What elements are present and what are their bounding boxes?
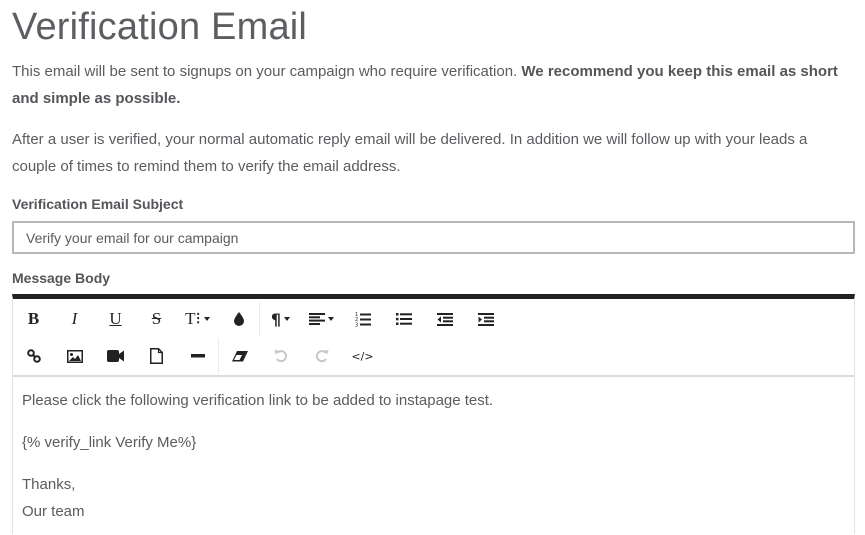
message-line: Please click the following verification … — [22, 392, 494, 409]
strikethrough-button[interactable]: S — [136, 303, 177, 335]
indent-button[interactable] — [465, 303, 506, 335]
indent-icon — [477, 312, 494, 326]
svg-text:3: 3 — [355, 322, 358, 327]
code-view-button[interactable]: </> — [342, 340, 383, 372]
chevron-down-icon — [328, 317, 334, 321]
subject-label: Verification Email Subject — [12, 196, 184, 212]
clear-format-button[interactable] — [219, 340, 260, 372]
strikethrough-icon: S — [151, 309, 162, 328]
message-body-editor[interactable]: Please click the following verification … — [13, 377, 854, 535]
italic-icon: I — [71, 309, 78, 328]
editor-toolbar: B I U S T⁝ ¶ 1 2 3 </> — [13, 299, 854, 377]
undo-button[interactable] — [260, 340, 301, 372]
code-icon: </> — [351, 349, 374, 363]
intro-text: This email will be sent to signups on yo… — [12, 63, 522, 80]
unordered-list-icon — [395, 313, 412, 325]
message-line: {% verify_link Verify Me%} — [22, 434, 197, 451]
insert-hr-button[interactable] — [177, 340, 218, 372]
redo-icon — [315, 349, 329, 363]
unordered-list-button[interactable] — [383, 303, 424, 335]
horizontal-rule-icon — [190, 354, 205, 358]
rich-text-editor: B I U S T⁝ ¶ 1 2 3 </> Please click the … — [12, 294, 855, 534]
file-icon — [150, 348, 163, 364]
paragraph-icon: ¶ — [270, 309, 282, 329]
toolbar-row-1: B I U S T⁝ ¶ 1 2 3 — [13, 301, 506, 337]
text-height-icon: T⁝ — [185, 309, 201, 328]
message-line: Our team — [22, 503, 85, 520]
bold-icon: B — [27, 309, 40, 328]
font-size-dropdown[interactable]: T⁝ — [177, 303, 218, 335]
insert-file-button[interactable] — [136, 340, 177, 372]
insert-link-button[interactable] — [13, 340, 54, 372]
color-drop-icon — [233, 312, 244, 326]
intro-paragraph: This email will be sent to signups on yo… — [12, 58, 855, 112]
paragraph-format-dropdown[interactable]: ¶ — [260, 303, 301, 335]
message-body-label: Message Body — [12, 270, 111, 286]
underline-button[interactable]: U — [95, 303, 136, 335]
color-button[interactable] — [218, 303, 259, 335]
ordered-list-button[interactable]: 123 — [342, 303, 383, 335]
bold-button[interactable]: B — [13, 303, 54, 335]
outdent-icon — [436, 312, 453, 326]
italic-button[interactable]: I — [54, 303, 95, 335]
insert-image-button[interactable] — [54, 340, 95, 372]
outdent-button[interactable] — [424, 303, 465, 335]
chevron-down-icon — [284, 317, 291, 321]
page-title: Verification Email — [12, 6, 308, 48]
redo-button[interactable] — [301, 340, 342, 372]
undo-icon — [274, 349, 288, 363]
align-dropdown[interactable] — [301, 303, 342, 335]
video-icon — [107, 350, 124, 362]
chevron-down-icon — [203, 317, 210, 321]
subject-input[interactable] — [12, 221, 855, 254]
underline-icon: U — [109, 309, 122, 328]
followup-paragraph: After a user is verified, your normal au… — [12, 131, 808, 175]
insert-video-button[interactable] — [95, 340, 136, 372]
align-left-icon — [309, 313, 325, 325]
link-icon — [26, 349, 41, 363]
eraser-icon — [231, 350, 248, 362]
ordered-list-icon: 123 — [355, 312, 371, 327]
toolbar-row-2: </> — [13, 338, 383, 374]
message-line: Thanks, — [22, 476, 76, 493]
image-icon — [66, 349, 83, 363]
